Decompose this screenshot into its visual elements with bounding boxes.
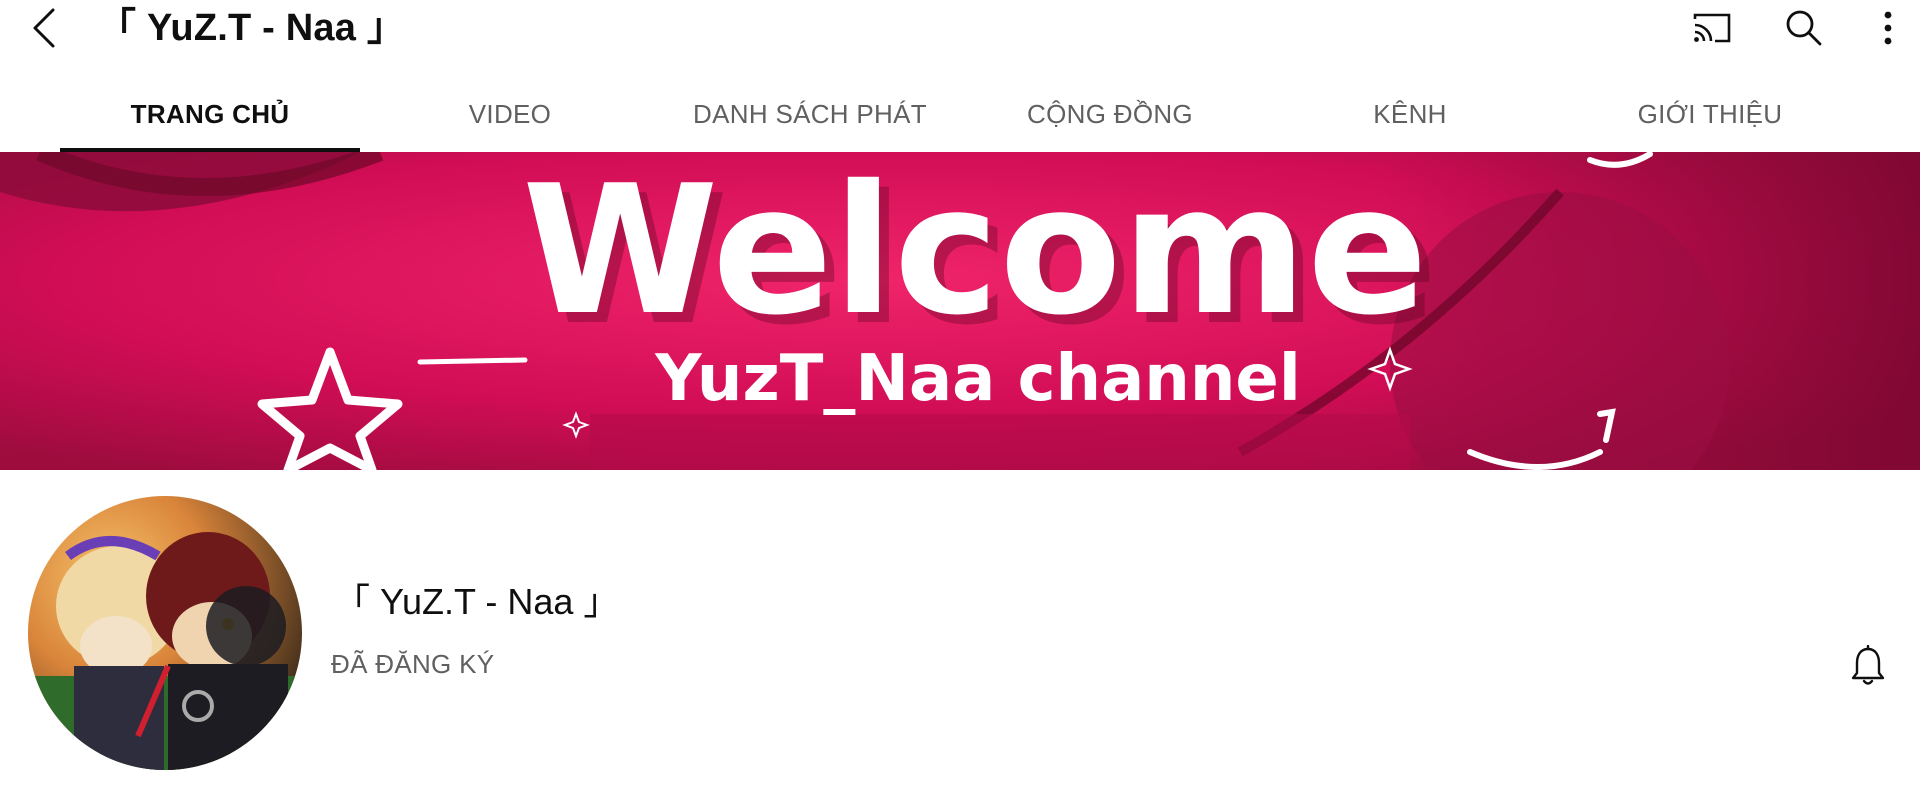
top-app-bar: 「 YuZ.T - Naa 」 <box>0 0 1920 64</box>
tab-label: KÊNH <box>1373 98 1447 129</box>
channel-name: 「 YuZ.T - Naa 」 <box>334 581 620 622</box>
banner-headline-main: Welcome <box>522 152 1428 354</box>
search-icon <box>1786 10 1822 46</box>
tab-cong-dong[interactable]: CỘNG ĐỒNG <box>960 76 1260 152</box>
more-vertical-icon <box>1884 11 1892 45</box>
bell-icon <box>1851 645 1885 685</box>
tab-label: GIỚI THIỆU <box>1637 98 1783 129</box>
tab-label: VIDEO <box>468 98 552 129</box>
cast-button[interactable] <box>1688 6 1736 50</box>
chevron-left-icon <box>33 8 55 48</box>
banner-subline: YuzT_Naa channel <box>654 342 1301 416</box>
tab-danh-sach-phat[interactable]: DANH SÁCH PHÁT <box>660 76 960 152</box>
cast-icon <box>1693 13 1731 43</box>
tab-kenh[interactable]: KÊNH <box>1260 76 1560 152</box>
tab-gioi-thieu[interactable]: GIỚI THIỆU <box>1560 76 1860 152</box>
notification-bell-button[interactable] <box>1844 640 1892 692</box>
channel-tabs: TRANG CHỦ VIDEO DANH SÁCH PHÁT CỘNG ĐỒNG… <box>60 76 1860 152</box>
subscribed-button[interactable]: ĐÃ ĐĂNG KÝ <box>331 648 494 680</box>
channel-avatar[interactable] <box>28 496 302 770</box>
tab-video[interactable]: VIDEO <box>360 76 660 152</box>
page-title: 「 YuZ.T - Naa 」 <box>98 7 406 49</box>
back-button[interactable] <box>22 6 66 50</box>
tab-trang-chu[interactable]: TRANG CHỦ <box>60 76 360 152</box>
tab-label: DANH SÁCH PHÁT <box>693 98 927 129</box>
tab-label: CỘNG ĐỒNG <box>1027 98 1193 129</box>
channel-banner: Welcome Welcome YuzT_Naa channel <box>0 152 1920 470</box>
more-options-button[interactable] <box>1864 6 1912 50</box>
search-button[interactable] <box>1780 6 1828 50</box>
tab-label: TRANG CHỦ <box>130 98 290 129</box>
